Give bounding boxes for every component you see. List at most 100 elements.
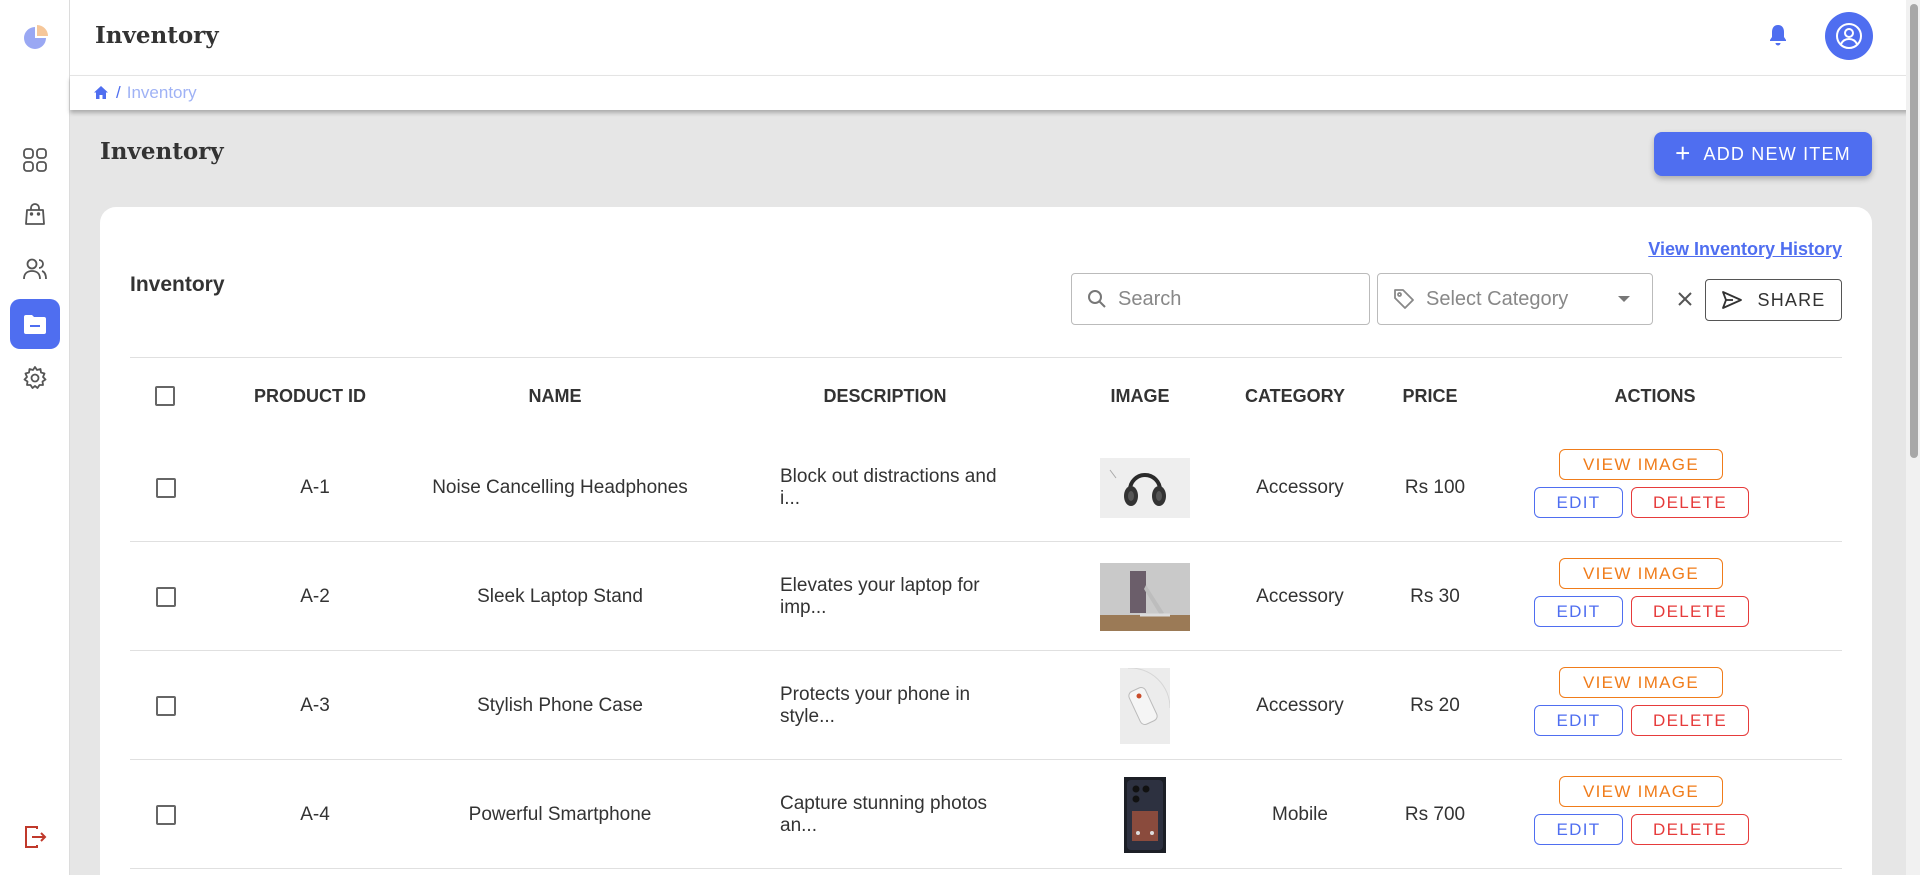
product-name-cell: Noise Cancelling Headphones (432, 476, 688, 498)
home-icon[interactable] (92, 84, 110, 102)
product-id-cell: A-1 (300, 476, 330, 498)
product-description-cell: Capture stunning photos an... (780, 792, 988, 836)
scrollbar-thumb[interactable] (1910, 4, 1918, 458)
column-header-description[interactable]: DESCRIPTION (770, 358, 1000, 434)
sidebar (0, 0, 70, 875)
product-description-cell: Protects your phone in style... (780, 683, 971, 727)
category-select[interactable]: Select Category (1377, 273, 1653, 325)
view-image-button[interactable]: VIEW IMAGE (1559, 558, 1723, 589)
product-thumbnail (1120, 667, 1170, 744)
page-title: Inventory (100, 138, 224, 165)
sidebar-item-settings[interactable] (10, 353, 60, 403)
top-header: Inventory (70, 0, 1920, 76)
product-thumbnail (1100, 562, 1190, 631)
row-checkbox[interactable] (156, 477, 176, 498)
sidebar-item-users[interactable] (10, 244, 60, 294)
add-new-item-button[interactable]: + ADD NEW ITEM (1654, 132, 1872, 176)
product-name-cell: Stylish Phone Case (477, 694, 643, 716)
column-header-actions: ACTIONS (1614, 385, 1696, 406)
view-image-button[interactable]: VIEW IMAGE (1559, 776, 1723, 807)
category-cell: Accessory (1256, 585, 1344, 607)
sidebar-item-inventory[interactable] (10, 299, 60, 349)
row-checkbox[interactable] (156, 804, 176, 825)
product-name-cell: Sleek Laptop Stand (477, 585, 643, 607)
product-image-cell (1085, 651, 1205, 760)
delete-button[interactable]: DELETE (1631, 705, 1749, 736)
category-cell: Accessory (1256, 476, 1344, 498)
edit-button[interactable]: EDIT (1534, 487, 1623, 518)
search-field[interactable] (1071, 273, 1370, 325)
product-thumbnail (1124, 776, 1166, 853)
clear-filters-button[interactable] (1673, 287, 1697, 311)
product-thumbnail (1100, 457, 1190, 518)
send-icon (1722, 291, 1743, 309)
card-title: Inventory (130, 273, 225, 296)
product-id-cell: A-4 (300, 803, 330, 825)
share-button[interactable]: SHARE (1705, 279, 1842, 321)
price-cell: Rs 20 (1410, 694, 1460, 716)
shopping-bag-icon (25, 203, 45, 225)
breadcrumb: / Inventory (70, 76, 1920, 110)
column-header-product-id[interactable]: PRODUCT ID (220, 358, 400, 434)
settings-icon (23, 366, 47, 389)
search-input[interactable] (1118, 287, 1358, 311)
close-icon (1678, 292, 1692, 306)
product-description-cell: Elevates your laptop for imp... (780, 574, 980, 618)
view-inventory-history-link[interactable]: View Inventory History (1648, 239, 1842, 260)
edit-button[interactable]: EDIT (1534, 596, 1623, 627)
share-label: SHARE (1757, 289, 1826, 310)
sidebar-item-dashboard[interactable] (10, 135, 60, 185)
account-button[interactable] (1825, 12, 1873, 60)
row-select-cell (155, 651, 177, 760)
product-id-cell: A-2 (300, 585, 330, 607)
product-image-cell (1085, 433, 1205, 542)
select-all-cell (155, 358, 175, 434)
delete-button[interactable]: DELETE (1631, 814, 1749, 845)
dashboard-icon (23, 148, 47, 172)
table-header: PRODUCT ID NAME DESCRIPTION IMAGE CATEGO… (130, 357, 1842, 433)
inventory-folder-icon (24, 315, 46, 334)
plus-icon: + (1675, 137, 1692, 168)
column-header-image[interactable]: IMAGE (1080, 358, 1200, 434)
bell-icon (1770, 25, 1786, 46)
column-header-price[interactable]: PRICE (1380, 358, 1480, 434)
row-checkbox[interactable] (156, 586, 176, 607)
delete-button[interactable]: DELETE (1631, 487, 1749, 518)
view-image-button[interactable]: VIEW IMAGE (1559, 667, 1723, 698)
logout-icon (25, 826, 47, 848)
notifications-button[interactable] (1765, 22, 1791, 48)
table-row: A-3 Stylish Phone Case Protects your pho… (130, 651, 1842, 760)
row-checkbox[interactable] (156, 695, 176, 716)
edit-button[interactable]: EDIT (1534, 705, 1623, 736)
header-title: Inventory (95, 22, 219, 49)
tag-icon (1394, 289, 1414, 309)
delete-button[interactable]: DELETE (1631, 596, 1749, 627)
inventory-card: Inventory View Inventory History Select … (100, 207, 1872, 875)
account-icon (1836, 23, 1862, 49)
table-row: A-4 Powerful Smartphone Capture stunning… (130, 760, 1842, 869)
breadcrumb-separator: / (116, 83, 121, 102)
breadcrumb-current[interactable]: Inventory (127, 83, 197, 103)
price-cell: Rs 30 (1410, 585, 1460, 607)
view-image-button[interactable]: VIEW IMAGE (1559, 449, 1723, 480)
table-row: A-2 Sleek Laptop Stand Elevates your lap… (130, 542, 1842, 651)
edit-button[interactable]: EDIT (1534, 814, 1623, 845)
select-all-checkbox[interactable] (155, 386, 175, 406)
price-cell: Rs 700 (1404, 803, 1466, 825)
column-header-name[interactable]: NAME (430, 358, 680, 434)
inventory-table: PRODUCT ID NAME DESCRIPTION IMAGE CATEGO… (130, 357, 1842, 869)
add-new-item-label: ADD NEW ITEM (1703, 143, 1851, 164)
product-image-cell (1085, 542, 1205, 651)
logout-button[interactable] (20, 822, 50, 852)
product-id-cell: A-3 (300, 694, 330, 716)
product-image-cell (1085, 760, 1205, 869)
column-header-category[interactable]: CATEGORY (1220, 358, 1370, 434)
search-icon (1088, 290, 1106, 308)
price-cell: Rs 100 (1404, 476, 1466, 498)
row-select-cell (155, 760, 177, 869)
row-select-cell (155, 542, 177, 651)
sidebar-item-orders[interactable] (10, 189, 60, 239)
users-icon (23, 258, 47, 280)
category-cell: Mobile (1272, 803, 1328, 825)
app-logo (20, 23, 50, 53)
